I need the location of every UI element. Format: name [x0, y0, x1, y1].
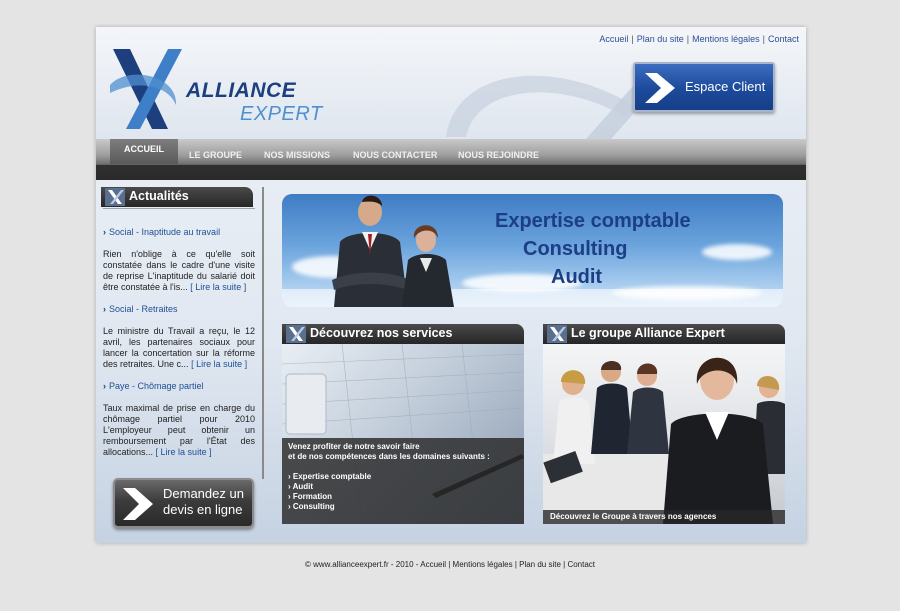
- nav-item-accueil[interactable]: ACCUEIL: [110, 139, 178, 164]
- groupe-panel: Le groupe Alliance Expert Découvrez le G…: [543, 324, 785, 524]
- services-item[interactable]: › Consulting: [288, 502, 518, 512]
- hero-banner: Expertise comptable Consulting Audit: [282, 194, 783, 307]
- news-box: Actualités › Social - Inaptitude au trava…: [101, 187, 261, 457]
- x-logo-icon: [286, 325, 306, 343]
- news-item-title: Social - Retraites: [109, 304, 178, 314]
- news-item: › Social - Inaptitude au travail Rien n'o…: [103, 227, 255, 293]
- groupe-image[interactable]: Découvrez le Groupe à travers nos agence…: [543, 344, 785, 524]
- header: Accueil | Plan du site | Mentions légales | Co…: [96, 27, 806, 139]
- top-link-accueil[interactable]: Accueil: [599, 34, 628, 44]
- services-item-label: Expertise comptable: [292, 472, 372, 481]
- news-item-title-link[interactable]: › Paye - Chômage partiel: [103, 381, 255, 391]
- read-more-link[interactable]: [ Lire la suite ]: [156, 447, 212, 457]
- services-item-label: Formation: [292, 492, 332, 501]
- main-nav: ACCUEIL LE GROUPE NOS MISSIONS NOUS CONT…: [96, 139, 806, 180]
- services-item-label: Consulting: [292, 502, 335, 511]
- read-more-link[interactable]: [ Lire la suite ]: [190, 282, 246, 292]
- groupe-header: Le groupe Alliance Expert: [543, 324, 785, 344]
- top-link-mentions-legales[interactable]: Mentions légales: [692, 34, 760, 44]
- logo[interactable]: ALLIANCE EXPERT: [108, 45, 322, 135]
- arrow-right-icon: [645, 73, 675, 103]
- services-header: Découvrez nos services: [282, 324, 524, 344]
- services-item[interactable]: › Audit: [288, 482, 518, 492]
- banner-line-consulting: Consulting: [523, 238, 628, 260]
- services-item[interactable]: › Formation: [288, 492, 518, 502]
- services-intro-line2: et de nos compétences dans les domaines …: [288, 452, 490, 461]
- meeting-photo: [543, 357, 785, 524]
- nav-item-nos-missions[interactable]: NOS MISSIONS: [264, 146, 330, 164]
- devis-label-line1: Demandez un: [163, 486, 244, 501]
- banner-line-expertise: Expertise comptable: [495, 210, 691, 232]
- news-item-body: Rien n'oblige à ce qu'elle soit constaté…: [103, 249, 255, 293]
- logo-word-expert: EXPERT: [240, 103, 323, 125]
- news-item-title-link[interactable]: › Social - Inaptitude au travail: [103, 227, 255, 237]
- groupe-title: Le groupe Alliance Expert: [571, 326, 725, 340]
- top-link-plan-du-site[interactable]: Plan du site: [637, 34, 684, 44]
- arrow-right-icon: [123, 488, 153, 520]
- devis-label-line2: devis en ligne: [163, 502, 243, 517]
- x-logo-icon: [547, 325, 567, 343]
- services-image[interactable]: Venez profiter de notre savoir faire et …: [282, 344, 524, 524]
- top-links: Accueil | Plan du site | Mentions légales | Co…: [599, 34, 799, 44]
- news-header: Actualités: [101, 187, 253, 207]
- devis-button[interactable]: Demandez un devis en ligne: [113, 478, 254, 528]
- news-item-title: Social - Inaptitude au travail: [109, 227, 221, 237]
- left-column: Actualités › Social - Inaptitude au trava…: [101, 187, 264, 539]
- x-logo-icon: [105, 188, 125, 206]
- page-container: Accueil | Plan du site | Mentions légales | Co…: [96, 27, 806, 543]
- nav-item-nous-contacter[interactable]: NOUS CONTACTER: [353, 146, 437, 164]
- divider: [103, 208, 255, 209]
- top-link-contact[interactable]: Contact: [768, 34, 799, 44]
- services-item[interactable]: › Expertise comptable: [288, 472, 518, 482]
- news-item-title-link[interactable]: › Social - Retraites: [103, 304, 255, 314]
- logo-word-alliance: ALLIANCE: [186, 79, 297, 102]
- nav-item-nous-rejoindre[interactable]: NOUS REJOINDRE: [458, 146, 539, 164]
- banner-line-audit: Audit: [551, 266, 603, 288]
- services-overlay: Venez profiter de notre savoir faire et …: [282, 438, 524, 524]
- espace-client-button[interactable]: Espace Client: [633, 62, 775, 112]
- services-panel: Découvrez nos services Venez profiter de…: [282, 324, 524, 524]
- news-item-body: Taux maximal de prise en charge du chôma…: [103, 403, 255, 458]
- services-item-label: Audit: [292, 482, 314, 491]
- espace-client-label: Espace Client: [685, 79, 766, 94]
- business-people-photo: [332, 195, 454, 307]
- groupe-caption: Découvrez le Groupe à travers nos agence…: [543, 510, 785, 524]
- nav-item-le-groupe[interactable]: LE GROUPE: [189, 146, 242, 164]
- news-item-body: Le ministre du Travail a reçu, le 12 avr…: [103, 326, 255, 370]
- news-item: › Social - Retraites Le ministre du Trava…: [103, 304, 255, 370]
- news-item: › Paye - Chômage partiel Taux maximal de …: [103, 381, 255, 458]
- news-title: Actualités: [129, 189, 189, 203]
- footer: © www.allianceexpert.fr - 2010 - Accueil…: [304, 560, 596, 569]
- logo-x-icon: [110, 49, 182, 129]
- news-item-title: Paye - Chômage partiel: [109, 381, 204, 391]
- cloud: [702, 244, 772, 260]
- services-title: Découvrez nos services: [310, 326, 453, 340]
- read-more-link[interactable]: [ Lire la suite ]: [191, 359, 247, 369]
- services-intro-line1: Venez profiter de notre savoir faire: [288, 442, 420, 451]
